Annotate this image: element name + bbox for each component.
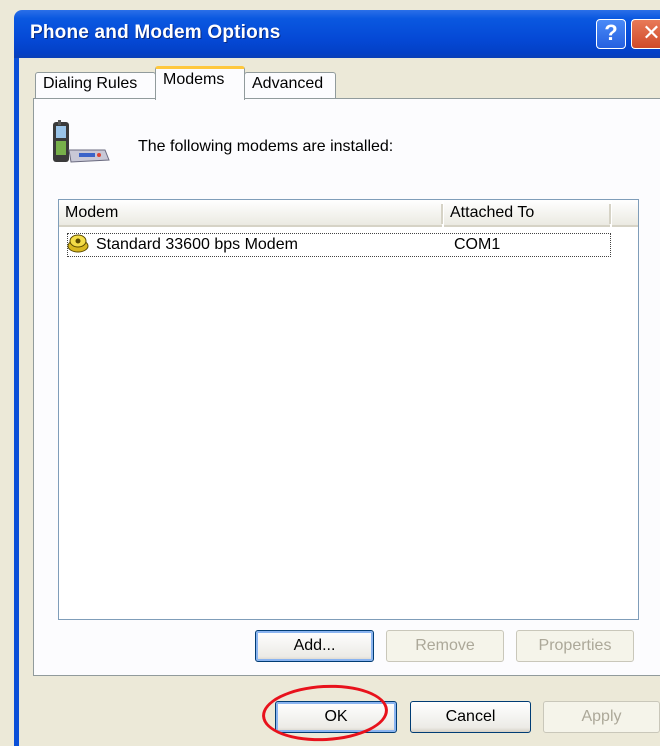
close-button[interactable]: ✕ xyxy=(631,19,660,49)
add-button[interactable]: Add... xyxy=(255,630,374,662)
phone-modem-icon xyxy=(53,120,110,163)
intro-text: The following modems are installed: xyxy=(138,138,394,155)
window-border xyxy=(14,58,19,746)
tab-label: Modems xyxy=(163,71,225,88)
help-button[interactable]: ? xyxy=(596,19,626,49)
close-icon: ✕ xyxy=(642,20,660,45)
button-label: Add... xyxy=(293,637,336,654)
modem-name-cell: Standard 33600 bps Modem xyxy=(96,236,298,253)
cancel-button[interactable]: Cancel xyxy=(410,701,531,733)
column-header-filler xyxy=(612,200,638,227)
tab-label: Advanced xyxy=(252,75,324,92)
column-label: Modem xyxy=(65,204,119,221)
tab-modems[interactable]: Modems xyxy=(155,66,245,100)
question-mark-icon: ? xyxy=(604,20,618,45)
tab-label: Dialing Rules xyxy=(43,75,138,92)
button-label: Properties xyxy=(538,637,612,654)
button-label: Remove xyxy=(415,637,475,654)
column-label: Attached To xyxy=(450,204,535,221)
column-header-attached-to[interactable]: Attached To xyxy=(444,200,610,227)
apply-button[interactable]: Apply xyxy=(543,701,660,733)
properties-button[interactable]: Properties xyxy=(516,630,634,662)
column-header-modem[interactable]: Modem xyxy=(59,200,442,227)
modem-list[interactable]: Modem Attached To Standard 33600 bps Mod… xyxy=(58,199,639,620)
button-label: Cancel xyxy=(445,708,496,725)
attached-to-cell: COM1 xyxy=(454,236,501,253)
tab-advanced[interactable]: Advanced xyxy=(244,72,336,98)
title-bar[interactable]: Phone and Modem Options ? ✕ xyxy=(14,10,660,58)
dialog-window: Phone and Modem Options ? ✕ Dialing Rule… xyxy=(0,0,660,746)
tab-dialing-rules[interactable]: Dialing Rules xyxy=(35,72,156,98)
modem-device-icon xyxy=(67,234,89,253)
remove-button[interactable]: Remove xyxy=(386,630,504,662)
window-title: Phone and Modem Options xyxy=(30,22,281,43)
annotation-circle xyxy=(260,681,390,745)
button-label: Apply xyxy=(581,708,622,725)
